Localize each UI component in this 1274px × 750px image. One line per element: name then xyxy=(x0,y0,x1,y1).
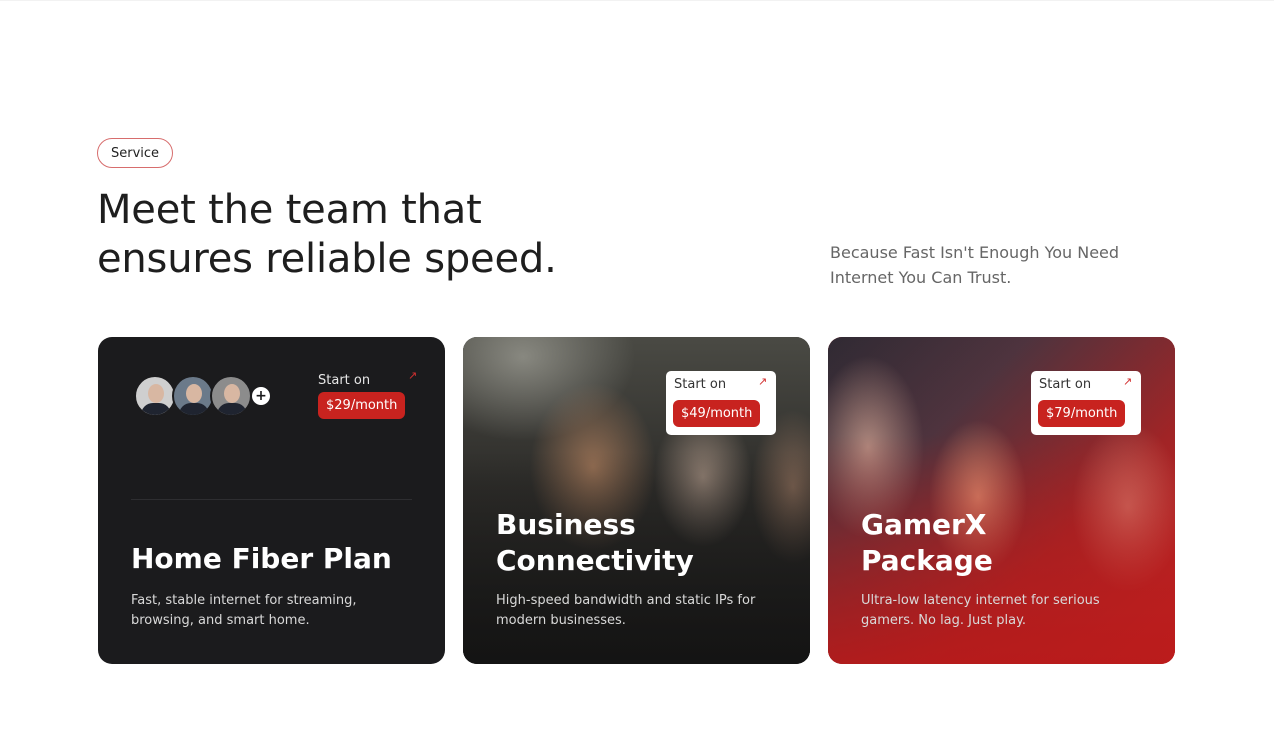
price-box[interactable]: Start on ↗ $29/month xyxy=(310,367,426,421)
top-divider xyxy=(0,0,1274,1)
team-avatars: + xyxy=(134,374,270,418)
avatar xyxy=(134,375,176,417)
plan-card-home-fiber[interactable]: + Start on ↗ $29/month Home Fiber Plan F… xyxy=(98,337,445,664)
price-label: Start on xyxy=(1039,377,1092,392)
avatar xyxy=(210,375,252,417)
price-badge: $49/month xyxy=(673,400,761,427)
price-badge: $29/month xyxy=(318,392,406,419)
card-title: GamerX Package xyxy=(861,508,993,577)
arrow-up-right-icon: ↗ xyxy=(1123,375,1133,388)
arrow-up-right-icon: ↗ xyxy=(408,369,418,382)
card-description: High-speed bandwidth and static IPs for … xyxy=(496,593,756,628)
card-title: Business Connectivity xyxy=(496,508,694,577)
more-avatars-button[interactable]: + xyxy=(252,387,270,405)
section-headline: Meet the team that ensures reliable spee… xyxy=(97,187,557,282)
price-label: Start on xyxy=(674,377,727,392)
services-section: Service Meet the team that ensures relia… xyxy=(0,0,1274,750)
price-label: Start on xyxy=(318,373,371,388)
price-box[interactable]: Start on ↗ $79/month xyxy=(1031,371,1141,435)
section-subtext: Because Fast Isn't Enough You Need Inter… xyxy=(830,243,1120,287)
price-box[interactable]: Start on ↗ $49/month xyxy=(666,371,776,435)
card-description: Ultra-low latency internet for serious g… xyxy=(861,593,1100,628)
card-divider xyxy=(131,499,412,500)
avatar xyxy=(172,375,214,417)
section-tag: Service xyxy=(97,138,173,168)
price-badge: $79/month xyxy=(1038,400,1126,427)
plan-card-business[interactable]: Start on ↗ $49/month Business Connectivi… xyxy=(463,337,810,664)
plan-card-gamerx[interactable]: Start on ↗ $79/month GamerX Package Ultr… xyxy=(828,337,1175,664)
arrow-up-right-icon: ↗ xyxy=(758,375,768,388)
card-title: Home Fiber Plan xyxy=(131,542,392,575)
card-description: Fast, stable internet for streaming, bro… xyxy=(131,593,357,628)
